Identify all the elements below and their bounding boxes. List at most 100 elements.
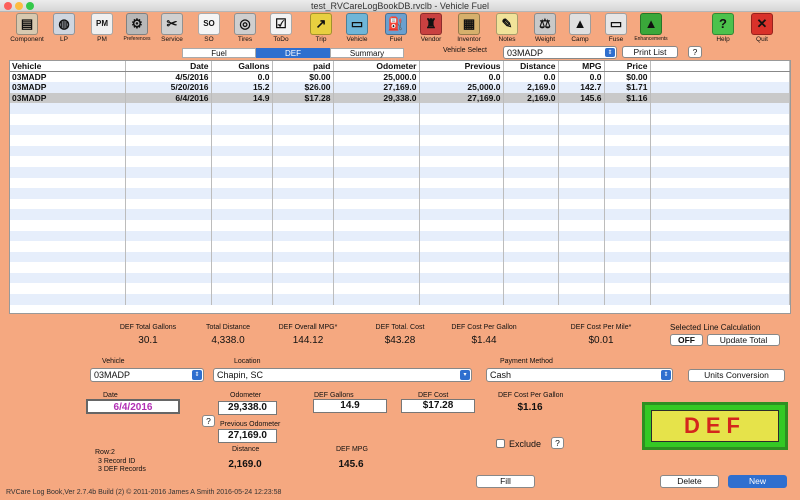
table-cell (650, 103, 790, 114)
table-row[interactable] (10, 135, 790, 146)
table-cell (604, 188, 651, 199)
exclude-checkbox[interactable] (496, 439, 505, 448)
toolbar-button-component[interactable]: ▤ Component (10, 13, 44, 46)
column-header[interactable]: Previous (419, 61, 504, 73)
table-cell: 03MADP (10, 82, 126, 93)
toolbar-button-trip[interactable]: ↗ Trip (304, 13, 338, 46)
column-header[interactable]: Gallons (211, 61, 273, 73)
table-cell (211, 219, 273, 231)
table-cell (503, 198, 559, 210)
def-cost-input[interactable]: $17.28 (401, 399, 475, 413)
window-title: test_RVCareLogBookDB.rvclb - Vehicle Fue… (311, 1, 489, 11)
table-cell: 4/5/2016 (125, 71, 212, 83)
scale-icon: ⚖ (534, 13, 556, 35)
def-log-table[interactable]: Vehicle Date Gallons paid Odometer Previous Di… (9, 60, 791, 314)
table-cell (503, 294, 559, 305)
toolbar-button-help[interactable]: ? Help (706, 13, 740, 46)
table-row[interactable]: 03MADP 6/4/2016 14.9 $17.28 29,338.0 27,169.0… (10, 92, 790, 104)
table-cell (604, 135, 651, 146)
table-row[interactable] (10, 241, 790, 252)
toolbar-button-camp[interactable]: ▲ Camp (563, 13, 597, 46)
toolbar-button-inventor[interactable]: ▦ Inventor (452, 13, 486, 46)
toolbar-button-vehicle[interactable]: ▭ Vehicle (340, 13, 374, 46)
table-cell (10, 272, 126, 284)
toolbar-button-so[interactable]: SO SO (192, 13, 226, 46)
odometer-input[interactable]: 29,338.0 (218, 401, 277, 415)
toolbar-button-notes[interactable]: ✎ Notes (490, 13, 524, 46)
print-list-button[interactable]: Print List (622, 46, 678, 58)
table-cell (650, 124, 790, 136)
table-row[interactable] (10, 103, 790, 114)
vehicle-select-dropdown[interactable]: 03MADP ⇕ (503, 46, 617, 59)
payment-method-dropdown[interactable]: Cash ⇕ (486, 368, 673, 382)
table-row[interactable] (10, 272, 790, 284)
chevron-updown-icon: ⇕ (661, 370, 671, 380)
table-row[interactable] (10, 283, 790, 295)
toolbar-button-vendor[interactable]: ♜ Vendor (414, 13, 448, 46)
table-cell: $1.16 (604, 92, 651, 104)
table-row[interactable] (10, 230, 790, 242)
tab-fuel[interactable]: Fuel (182, 48, 256, 58)
odometer-help-button[interactable]: ? (202, 415, 215, 427)
tab-def[interactable]: DEF (256, 48, 330, 58)
table-cell (211, 188, 273, 199)
toolbar-button-quit[interactable]: ✕ Quit (745, 13, 779, 46)
def-gallons-input[interactable]: 14.9 (313, 399, 387, 413)
table-row[interactable] (10, 209, 790, 220)
footer-version: RVCare Log Book,Ver 2.7.4b Build (2) © 2… (6, 489, 282, 496)
previous-odometer-input[interactable]: 27,169.0 (218, 429, 277, 443)
toolbar-button-lp[interactable]: ◍ LP (47, 13, 81, 46)
date-input[interactable]: 6/4/2016 (86, 399, 180, 414)
column-header[interactable]: MPG (558, 61, 605, 73)
table-cell (333, 103, 420, 114)
table-row[interactable] (10, 251, 790, 263)
table-row[interactable] (10, 166, 790, 178)
table-row[interactable] (10, 188, 790, 199)
table-cell (333, 113, 420, 125)
column-header[interactable]: Vehicle (10, 61, 126, 73)
location-dropdown[interactable]: Chapin, SC ▾ (213, 368, 472, 382)
vehicle-dropdown[interactable]: 03MADP ⇕ (90, 368, 204, 382)
toolbar-button-tires[interactable]: ◎ Tires (228, 13, 262, 46)
table-row[interactable] (10, 113, 790, 125)
table-row[interactable]: 03MADP 5/20/2016 15.2 $26.00 27,169.0 25,000.… (10, 82, 790, 93)
table-cell (650, 251, 790, 263)
units-conversion-button[interactable]: Units Conversion (688, 369, 785, 382)
table-row[interactable] (10, 156, 790, 167)
table-row[interactable] (10, 294, 790, 305)
table-row[interactable] (10, 219, 790, 231)
toolbar-button-todo[interactable]: ☑ ToDo (264, 13, 298, 46)
table-row[interactable] (10, 124, 790, 136)
table-cell (558, 198, 605, 210)
new-button[interactable]: New (728, 475, 787, 488)
column-header[interactable]: Odometer (333, 61, 420, 73)
payment-method-value: Cash (490, 370, 512, 380)
update-total-button[interactable]: Update Total (707, 334, 780, 346)
table-cell (272, 113, 334, 125)
table-cell (272, 198, 334, 210)
tab-summary[interactable]: Summary (330, 48, 404, 58)
table-row[interactable] (10, 262, 790, 273)
column-header[interactable]: Date (125, 61, 212, 73)
table-cell (558, 294, 605, 305)
table-row[interactable] (10, 145, 790, 157)
column-header[interactable]: paid (272, 61, 334, 73)
table-cell (125, 156, 212, 167)
toolbar-button-service[interactable]: ✂ Service (155, 13, 189, 46)
column-header[interactable]: Distance (503, 61, 559, 73)
chevron-down-icon: ▾ (460, 370, 470, 380)
tools-icon: ✂ (161, 13, 183, 35)
table-row[interactable]: 03MADP 4/5/2016 0.0 $0.00 25,000.0 0.0 0.0 0.0 $… (10, 71, 790, 83)
column-header[interactable]: Price (604, 61, 651, 73)
toolbar-button-enhancements[interactable]: ▲ Enhancements (634, 13, 668, 46)
help-question-button[interactable]: ? (688, 46, 702, 58)
fill-button[interactable]: Fill (476, 475, 535, 488)
table-cell (125, 113, 212, 125)
table-cell (272, 251, 334, 263)
table-row[interactable] (10, 177, 790, 189)
exclude-help-button[interactable]: ? (551, 437, 564, 449)
delete-button[interactable]: Delete (660, 475, 719, 488)
selected-line-toggle[interactable]: OFF (670, 334, 703, 346)
table-row[interactable] (10, 198, 790, 210)
table-cell (650, 135, 790, 146)
